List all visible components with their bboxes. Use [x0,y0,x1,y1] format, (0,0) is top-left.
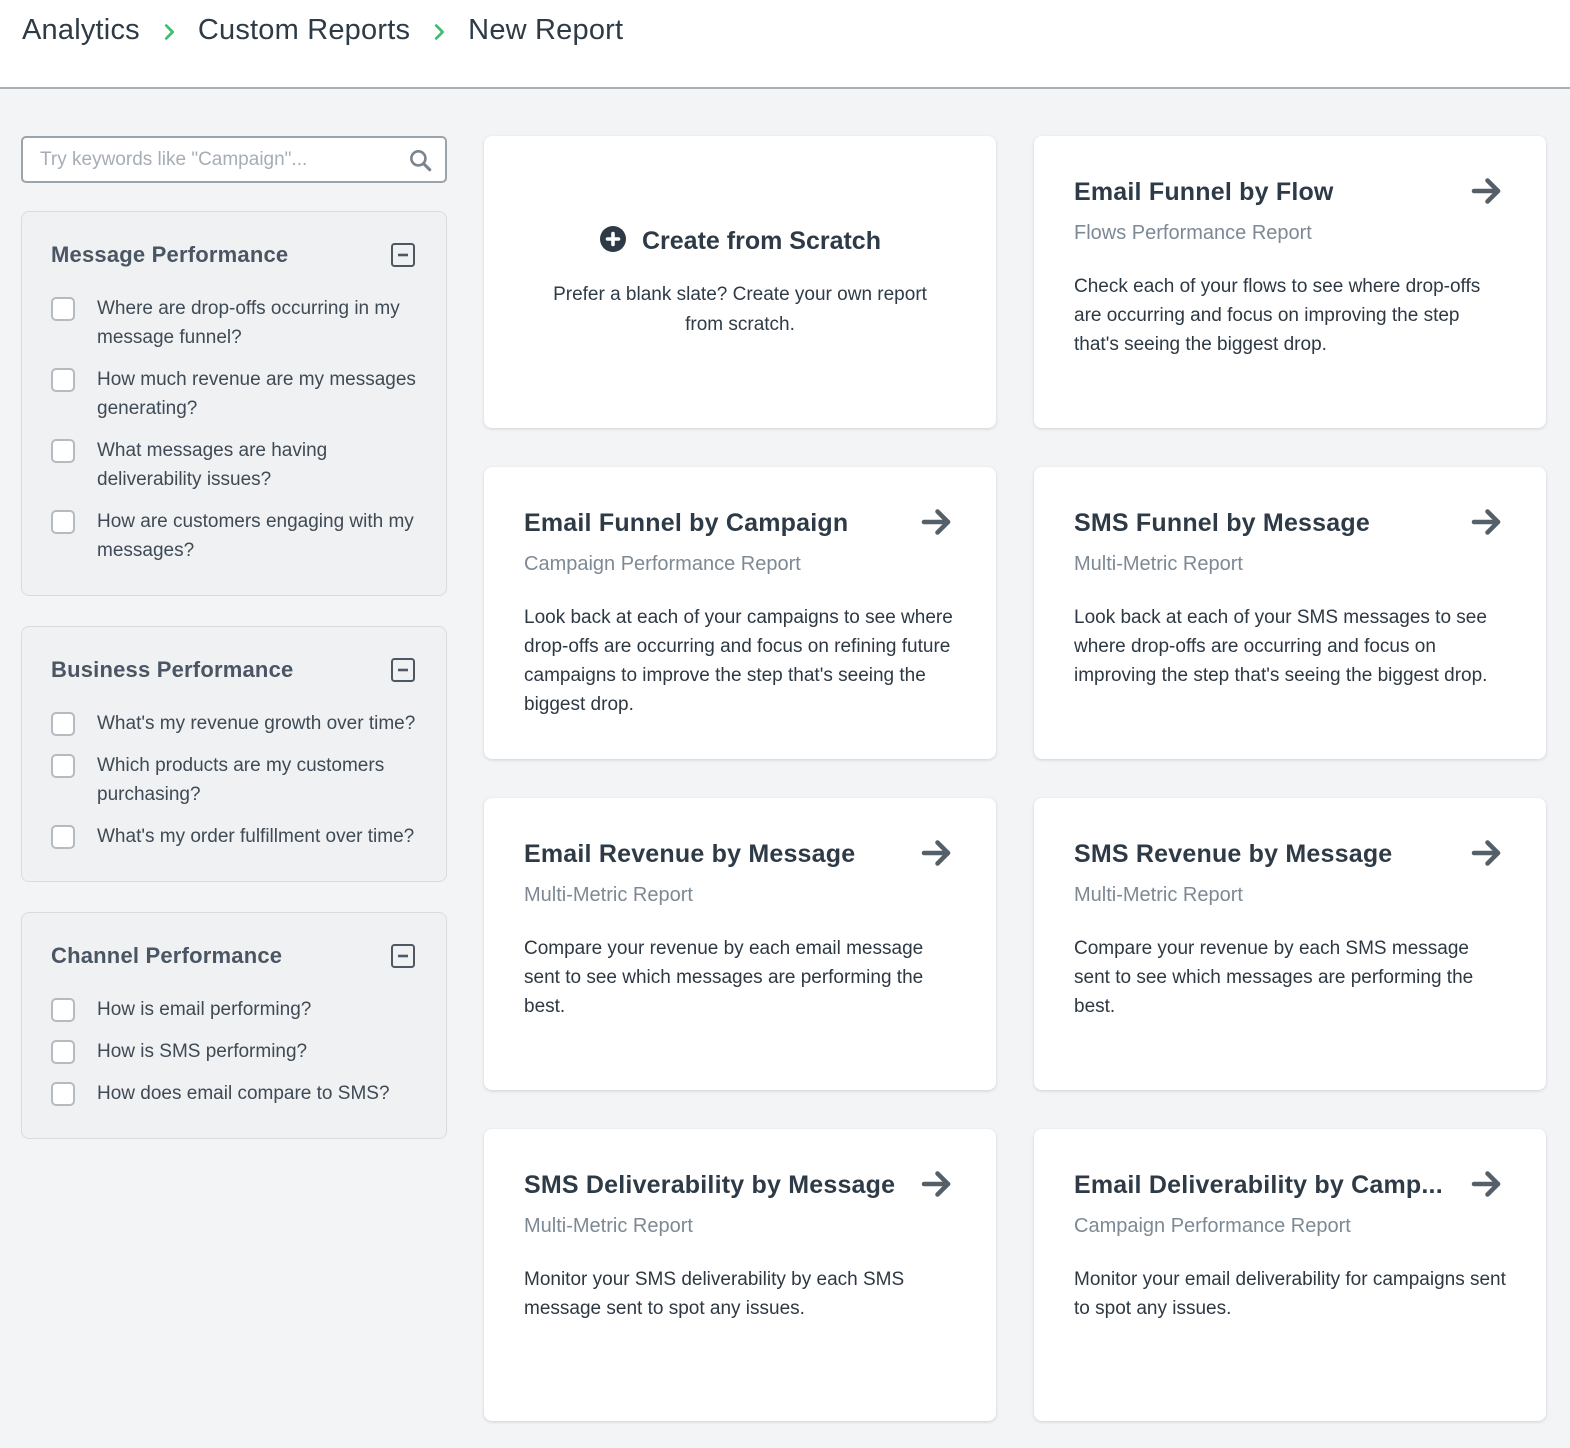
minus-square-icon[interactable] [390,657,416,683]
filter-option-label[interactable]: Where are drop-offs occurring in my mess… [75,294,416,352]
filter-section-channel-performance: Channel Performance How is email perform… [21,912,447,1139]
card-description: Monitor your email deliverability for ca… [1074,1265,1506,1323]
filter-option-row: How are customers engaging with my messa… [51,507,416,565]
filter-option-label[interactable]: How is SMS performing? [75,1037,307,1066]
section-title: Channel Performance [51,943,282,969]
arrow-right-icon[interactable] [919,1169,956,1204]
filter-checkbox[interactable] [51,754,75,778]
card-description: Look back at each of your SMS messages t… [1074,603,1506,690]
report-card-email-revenue-by-message[interactable]: Email Revenue by Message Multi-Metric Re… [484,798,996,1090]
filter-option-row: What's my order fulfillment over time? [51,822,416,851]
card-title: SMS Deliverability by Message [524,1169,895,1200]
card-title: SMS Funnel by Message [1074,507,1370,538]
filter-option-label[interactable]: Which products are my customers purchasi… [75,751,416,809]
card-description: Check each of your flows to see where dr… [1074,272,1506,359]
filter-checkbox[interactable] [51,1040,75,1064]
arrow-right-icon[interactable] [1469,176,1506,211]
card-subtitle: Campaign Performance Report [524,553,956,576]
filter-option-row: How is email performing? [51,995,416,1024]
filter-option-label[interactable]: How does email compare to SMS? [75,1079,390,1108]
card-description: Compare your revenue by each SMS message… [1074,934,1506,1021]
card-subtitle: Multi-Metric Report [524,1215,956,1238]
card-title: Email Revenue by Message [524,838,855,869]
card-subtitle: Flows Performance Report [1074,222,1506,245]
report-card-sms-deliverability-by-message[interactable]: SMS Deliverability by Message Multi-Metr… [484,1129,996,1421]
report-card-email-deliverability-by-campaign[interactable]: Email Deliverability by Camp... Campaign… [1034,1129,1546,1421]
card-description: Look back at each of your campaigns to s… [524,603,956,719]
arrow-right-icon[interactable] [1469,838,1506,873]
filter-checkbox[interactable] [51,712,75,736]
report-card-email-funnel-by-campaign[interactable]: Email Funnel by Campaign Campaign Perfor… [484,467,996,759]
arrow-right-icon[interactable] [1469,507,1506,542]
filter-section-business-performance: Business Performance What's my revenue g… [21,626,447,882]
arrow-right-icon[interactable] [919,507,956,542]
card-subtitle: Multi-Metric Report [1074,884,1506,907]
breadcrumb-item-analytics[interactable]: Analytics [22,14,140,47]
page-header: Analytics Custom Reports New Report [0,0,1570,89]
filter-checkbox[interactable] [51,368,75,392]
card-title: Create from Scratch [642,227,881,256]
filter-option-row: Where are drop-offs occurring in my mess… [51,294,416,352]
filter-checkbox[interactable] [51,1082,75,1106]
minus-square-icon[interactable] [390,943,416,969]
filter-option-label[interactable]: How is email performing? [75,995,311,1024]
chevron-right-icon [158,21,180,43]
card-subtitle: Multi-Metric Report [524,884,956,907]
card-title: Email Funnel by Flow [1074,176,1334,207]
minus-square-icon[interactable] [390,242,416,268]
main-content: Message Performance Where are drop-offs … [0,89,1570,1421]
card-title: Email Funnel by Campaign [524,507,848,538]
chevron-right-icon [428,21,450,43]
breadcrumb-item-new-report: New Report [468,14,623,47]
create-from-scratch-card[interactable]: Create from Scratch Prefer a blank slate… [484,136,996,428]
filter-option-row: How does email compare to SMS? [51,1079,416,1108]
filter-checkbox[interactable] [51,510,75,534]
report-card-sms-revenue-by-message[interactable]: SMS Revenue by Message Multi-Metric Repo… [1034,798,1546,1090]
filter-checkbox[interactable] [51,297,75,321]
search-box [21,136,447,183]
card-title: Email Deliverability by Camp... [1074,1169,1443,1200]
filter-option-label[interactable]: How much revenue are my messages generat… [75,365,416,423]
filter-checkbox[interactable] [51,825,75,849]
filter-option-label[interactable]: What messages are having deliverability … [75,436,416,494]
filter-option-row: How is SMS performing? [51,1037,416,1066]
section-title: Message Performance [51,242,288,268]
breadcrumb: Analytics Custom Reports New Report [22,14,623,47]
card-subtitle: Campaign Performance Report [1074,1215,1506,1238]
card-description: Compare your revenue by each email messa… [524,934,956,1021]
filter-option-label[interactable]: What's my order fulfillment over time? [75,822,414,851]
filter-section-message-performance: Message Performance Where are drop-offs … [21,211,447,596]
filter-option-row: Which products are my customers purchasi… [51,751,416,809]
card-title: SMS Revenue by Message [1074,838,1392,869]
breadcrumb-item-custom-reports[interactable]: Custom Reports [198,14,410,47]
card-subtitle: Multi-Metric Report [1074,553,1506,576]
filter-checkbox[interactable] [51,998,75,1022]
filter-sidebar: Message Performance Where are drop-offs … [21,136,447,1421]
plus-circle-icon [599,225,627,258]
arrow-right-icon[interactable] [1469,1169,1506,1204]
filter-checkbox[interactable] [51,439,75,463]
search-input[interactable] [21,136,447,183]
card-description: Prefer a blank slate? Create your own re… [540,280,940,340]
report-cards-grid: Create from Scratch Prefer a blank slate… [484,136,1546,1421]
filter-option-row: What's my revenue growth over time? [51,709,416,738]
search-icon [407,147,433,173]
filter-option-label[interactable]: How are customers engaging with my messa… [75,507,416,565]
arrow-right-icon[interactable] [919,838,956,873]
report-card-sms-funnel-by-message[interactable]: SMS Funnel by Message Multi-Metric Repor… [1034,467,1546,759]
report-card-email-funnel-by-flow[interactable]: Email Funnel by Flow Flows Performance R… [1034,136,1546,428]
filter-option-row: How much revenue are my messages generat… [51,365,416,423]
card-description: Monitor your SMS deliverability by each … [524,1265,956,1323]
section-title: Business Performance [51,657,293,683]
filter-option-label[interactable]: What's my revenue growth over time? [75,709,415,738]
filter-option-row: What messages are having deliverability … [51,436,416,494]
